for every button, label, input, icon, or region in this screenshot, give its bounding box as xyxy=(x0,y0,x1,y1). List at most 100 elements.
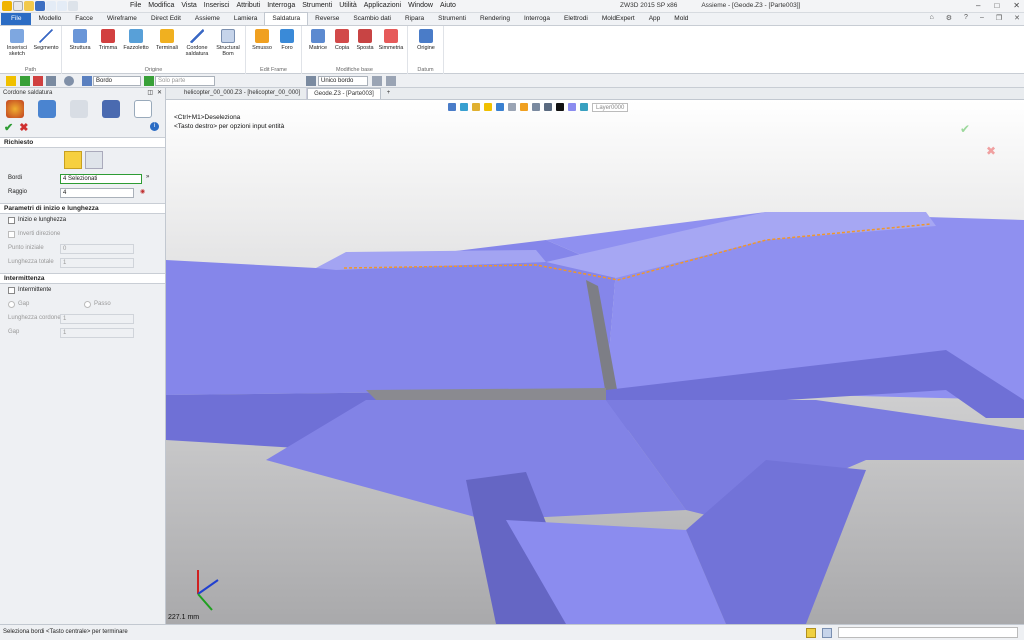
menu-item[interactable]: Utilità xyxy=(339,2,357,9)
minimize-icon[interactable]: – xyxy=(976,1,980,10)
edge-filter-icon[interactable] xyxy=(82,76,92,86)
menu-item[interactable]: Modifica xyxy=(148,2,174,9)
section-parametri[interactable]: Parametri di inizio e lunghezza xyxy=(0,203,165,214)
copia-button[interactable]: Copia xyxy=(331,29,353,51)
menu-item[interactable]: Window xyxy=(408,2,433,9)
intermittente-checkbox[interactable] xyxy=(8,287,15,294)
info-icon[interactable]: i xyxy=(150,122,159,131)
pencil-icon[interactable] xyxy=(472,103,480,111)
model-view[interactable] xyxy=(166,100,1024,624)
tab-file[interactable]: File xyxy=(1,13,32,25)
home-icon[interactable]: ⌂ xyxy=(930,14,934,22)
edge-weld-icon[interactable] xyxy=(64,151,82,169)
gap-field[interactable]: 1 xyxy=(60,328,134,338)
tool-b-icon[interactable] xyxy=(386,76,396,86)
open-icon[interactable] xyxy=(24,1,34,11)
light-icon[interactable] xyxy=(520,103,528,111)
passo-radio[interactable] xyxy=(84,301,91,308)
tab-direct-edit[interactable]: Direct Edit xyxy=(144,13,188,25)
menu-item[interactable]: Vista xyxy=(181,2,196,9)
status-list-icon[interactable] xyxy=(822,628,832,638)
restore-icon[interactable]: ❐ xyxy=(996,14,1002,22)
section-view-icon[interactable] xyxy=(508,103,516,111)
inizio-checkbox[interactable] xyxy=(8,217,15,224)
segmento-button[interactable]: Segmento xyxy=(32,29,60,51)
viewport-ok-icon[interactable]: ✔ xyxy=(960,122,970,136)
menu-item[interactable]: Applicazioni xyxy=(364,2,401,9)
pin-icon[interactable]: ◫ xyxy=(147,88,153,98)
view-glasses-icon[interactable] xyxy=(70,100,88,118)
layer-select[interactable]: Layer0000 xyxy=(592,103,629,112)
section-richiesto[interactable]: Richiesto xyxy=(0,137,165,148)
filter-select[interactable]: Bordo xyxy=(93,76,141,86)
measure-icon[interactable]: ◉ xyxy=(140,188,145,195)
save-icon[interactable] xyxy=(35,1,45,11)
tab-ripara[interactable]: Ripara xyxy=(398,13,431,25)
tool-a-icon[interactable] xyxy=(372,76,382,86)
weld-tab-icon[interactable] xyxy=(134,100,152,118)
layer-icon[interactable] xyxy=(580,103,588,111)
menu-item[interactable]: Interroga xyxy=(267,2,295,9)
zoom-icon[interactable] xyxy=(532,103,540,111)
simmetria-button[interactable]: Simmetria xyxy=(377,29,405,51)
fazzoletto-button[interactable]: Fazzoletto xyxy=(120,29,152,51)
trimma-button[interactable]: Trimma xyxy=(96,29,120,51)
menu-item[interactable]: Strumenti xyxy=(302,2,332,9)
solo-parte-select[interactable]: Solo parte xyxy=(155,76,215,86)
punto-field[interactable]: 0 xyxy=(60,244,134,254)
history-icon[interactable] xyxy=(38,100,56,118)
pick-circle-icon[interactable] xyxy=(64,76,74,86)
status-grid-icon[interactable] xyxy=(806,628,816,638)
pick-add-icon[interactable] xyxy=(20,76,30,86)
pick-remove-icon[interactable] xyxy=(33,76,43,86)
assembly-icon[interactable] xyxy=(102,100,120,118)
menu-item[interactable]: File xyxy=(130,2,141,9)
color-purple-icon[interactable] xyxy=(568,103,576,111)
chain-icon[interactable] xyxy=(306,76,316,86)
struttura-button[interactable]: Struttura xyxy=(66,29,94,51)
tab-strumenti[interactable]: Strumenti xyxy=(431,13,473,25)
front-weld-bead[interactable] xyxy=(366,388,606,400)
tab-mold[interactable]: Mold xyxy=(667,13,695,25)
smusso-button[interactable]: Smusso xyxy=(250,29,274,51)
cordone-saldatura-button[interactable]: Cordone saldatura xyxy=(182,29,212,57)
menu-item[interactable]: Inserisci xyxy=(204,2,230,9)
shade-icon[interactable] xyxy=(484,103,492,111)
tab-moldexpert[interactable]: MoldExpert xyxy=(595,13,642,25)
doc-tab-helicopter[interactable]: helicopter_00_000.Z3 - [helicopter_00_00… xyxy=(178,88,308,99)
view-orient-icon[interactable] xyxy=(448,103,456,111)
tab-assieme[interactable]: Assieme xyxy=(188,13,227,25)
status-input[interactable] xyxy=(838,627,1018,638)
redo-icon[interactable] xyxy=(57,1,67,11)
pick-filter-icon[interactable] xyxy=(6,76,16,86)
tab-facce[interactable]: Facce xyxy=(68,13,100,25)
3d-viewport[interactable] xyxy=(166,100,1024,624)
part-filter-icon[interactable] xyxy=(144,76,154,86)
tab-app[interactable]: App xyxy=(642,13,668,25)
inserisci-sketch-button[interactable]: Inserisci sketch xyxy=(4,29,30,57)
cancel-icon[interactable]: ✖ xyxy=(19,121,28,134)
cordone-field[interactable]: 1 xyxy=(60,314,134,324)
lunghezza-field[interactable]: 1 xyxy=(60,258,134,268)
viewport-cancel-icon[interactable]: ✖ xyxy=(986,144,996,158)
tab-interroga[interactable]: Interroga xyxy=(517,13,557,25)
render-mode-icon[interactable] xyxy=(460,103,468,111)
tab-modello[interactable]: Modello xyxy=(31,13,68,25)
help-icon[interactable]: ? xyxy=(964,14,968,22)
foro-button[interactable]: Foro xyxy=(276,29,298,51)
minimize-ribbon-icon[interactable]: – xyxy=(980,14,984,22)
tab-rendering[interactable]: Rendering xyxy=(473,13,517,25)
new-tab-icon[interactable]: + xyxy=(381,88,397,99)
menu-item[interactable]: Aiuto xyxy=(440,2,456,9)
ok-icon[interactable]: ✔ xyxy=(4,121,13,134)
face-weld-icon[interactable] xyxy=(85,151,103,169)
tab-elettrodi[interactable]: Elettrodi xyxy=(557,13,595,25)
close-panel-icon[interactable]: ✕ xyxy=(157,88,162,98)
tab-scambio-dati[interactable]: Scambio dati xyxy=(346,13,398,25)
settings-icon[interactable] xyxy=(68,1,78,11)
raggio-field[interactable]: 4 xyxy=(60,188,134,198)
pick-box-icon[interactable] xyxy=(46,76,56,86)
gear-icon[interactable]: ⚙ xyxy=(946,14,952,22)
sposta-button[interactable]: Sposta xyxy=(354,29,376,51)
tab-wireframe[interactable]: Wireframe xyxy=(100,13,144,25)
